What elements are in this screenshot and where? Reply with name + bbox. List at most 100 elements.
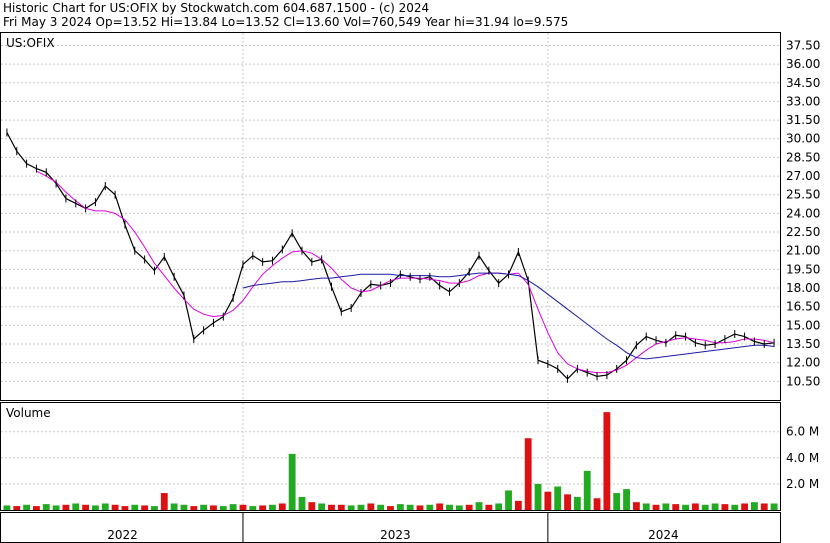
price-panel-title: US:OFIX — [6, 36, 55, 50]
price-panel-frame — [0, 32, 781, 401]
price-tick-label: 19.50 — [786, 262, 820, 276]
volume-bar — [42, 504, 50, 510]
volume-y-axis: 6.0 M 4.0 M 2.0 M — [786, 425, 819, 491]
volume-bar — [269, 504, 276, 510]
price-tick-label: 28.50 — [786, 150, 820, 164]
volume-bar — [721, 504, 729, 510]
price-tick-label: 27.00 — [786, 169, 820, 183]
price-tick-label: 18.00 — [786, 281, 820, 295]
price-tick-label: 13.50 — [786, 337, 820, 351]
volume-bar — [436, 503, 444, 510]
price-tick-label: 22.50 — [786, 225, 820, 239]
volume-bar — [33, 506, 40, 510]
volume-bar — [544, 491, 552, 510]
volume-bar — [367, 503, 375, 510]
volume-bar — [121, 506, 129, 510]
price-tick-label: 24.00 — [786, 206, 820, 220]
x-tick-label: 2023 — [380, 528, 411, 542]
x-tick-label: 2024 — [648, 528, 679, 542]
volume-bar — [170, 503, 178, 510]
volume-bar — [200, 504, 208, 510]
volume-bar — [111, 504, 119, 510]
stock-chart: 37.50 36.00 34.50 33.00 31.50 30.00 28.50 27.00… — [0, 32, 820, 543]
volume-bar — [662, 503, 670, 510]
price-tick-label: 37.50 — [786, 38, 820, 52]
volume-bar — [357, 504, 365, 510]
volume-bar — [23, 504, 31, 510]
volume-bar — [446, 504, 453, 510]
volume-bar — [62, 504, 70, 510]
volume-bar — [642, 503, 650, 510]
volume-bar — [455, 505, 463, 510]
volume-bar — [465, 504, 473, 510]
volume-bar — [151, 506, 158, 510]
price-tick-label: 21.00 — [786, 244, 820, 258]
volume-bar — [682, 504, 689, 510]
volume-bar — [672, 504, 680, 510]
price-tick-label: 12.00 — [786, 356, 820, 370]
volume-bar — [347, 505, 355, 510]
volume-bar — [190, 506, 198, 510]
price-tick-label: 33.00 — [786, 94, 820, 108]
volume-bar — [564, 494, 571, 510]
volume-bar — [318, 503, 326, 510]
volume-bar — [416, 505, 424, 510]
volume-bar — [131, 504, 139, 510]
price-tick-label: 30.00 — [786, 132, 820, 146]
price-tick-label: 15.00 — [786, 318, 820, 332]
volume-bar — [573, 496, 581, 510]
volume-bar — [652, 504, 660, 510]
volume-bar — [593, 498, 601, 510]
volume-bar — [741, 503, 748, 510]
volume-bar — [691, 503, 699, 510]
volume-tick-label: 6.0 M — [786, 425, 819, 439]
volume-bar — [160, 493, 168, 510]
price-tick-label: 34.50 — [786, 76, 820, 90]
volume-bar — [180, 504, 188, 510]
x-tick-label: 2022 — [107, 528, 138, 542]
volume-bar — [701, 504, 709, 510]
volume-bar — [524, 438, 532, 510]
volume-bar — [495, 503, 503, 510]
price-tick-label: 16.50 — [786, 300, 820, 314]
volume-bar — [337, 504, 345, 510]
volume-bar — [101, 503, 109, 510]
volume-bar — [259, 505, 267, 510]
volume-bar — [760, 503, 768, 510]
volume-tick-label: 2.0 M — [786, 477, 819, 491]
volume-bar — [82, 504, 90, 510]
volume-bar — [583, 470, 591, 510]
volume-bar — [229, 504, 237, 510]
volume-bar — [3, 505, 11, 510]
volume-bar — [406, 504, 414, 510]
volume-bar — [632, 502, 640, 510]
volume-bar — [328, 504, 335, 510]
volume-bar — [298, 496, 306, 510]
volume-bar — [13, 506, 21, 510]
volume-bar — [731, 504, 739, 510]
volume-bar — [426, 504, 434, 510]
volume-bar — [92, 505, 99, 510]
volume-bar — [377, 504, 385, 510]
volume-bar — [475, 502, 483, 510]
volume-bar — [387, 506, 394, 510]
volume-bar — [750, 502, 758, 510]
volume-bar — [770, 503, 778, 510]
volume-bar — [308, 502, 316, 510]
volume-bar — [711, 503, 719, 510]
price-tick-label: 25.50 — [786, 188, 820, 202]
volume-bar — [554, 486, 562, 510]
volume-bar — [603, 412, 611, 510]
volume-bar — [623, 489, 630, 510]
volume-bar — [249, 506, 257, 510]
volume-bar — [72, 503, 80, 510]
volume-bar — [613, 493, 621, 510]
volume-bar — [288, 453, 296, 510]
volume-tick-label: 4.0 M — [786, 451, 819, 465]
price-tick-label: 31.50 — [786, 113, 820, 127]
volume-bar — [505, 490, 512, 510]
volume-bar — [239, 504, 247, 510]
price-y-axis: 37.50 36.00 34.50 33.00 31.50 30.00 28.50 27.00… — [786, 38, 820, 388]
volume-bar — [485, 504, 493, 510]
volume-bar — [534, 483, 542, 510]
